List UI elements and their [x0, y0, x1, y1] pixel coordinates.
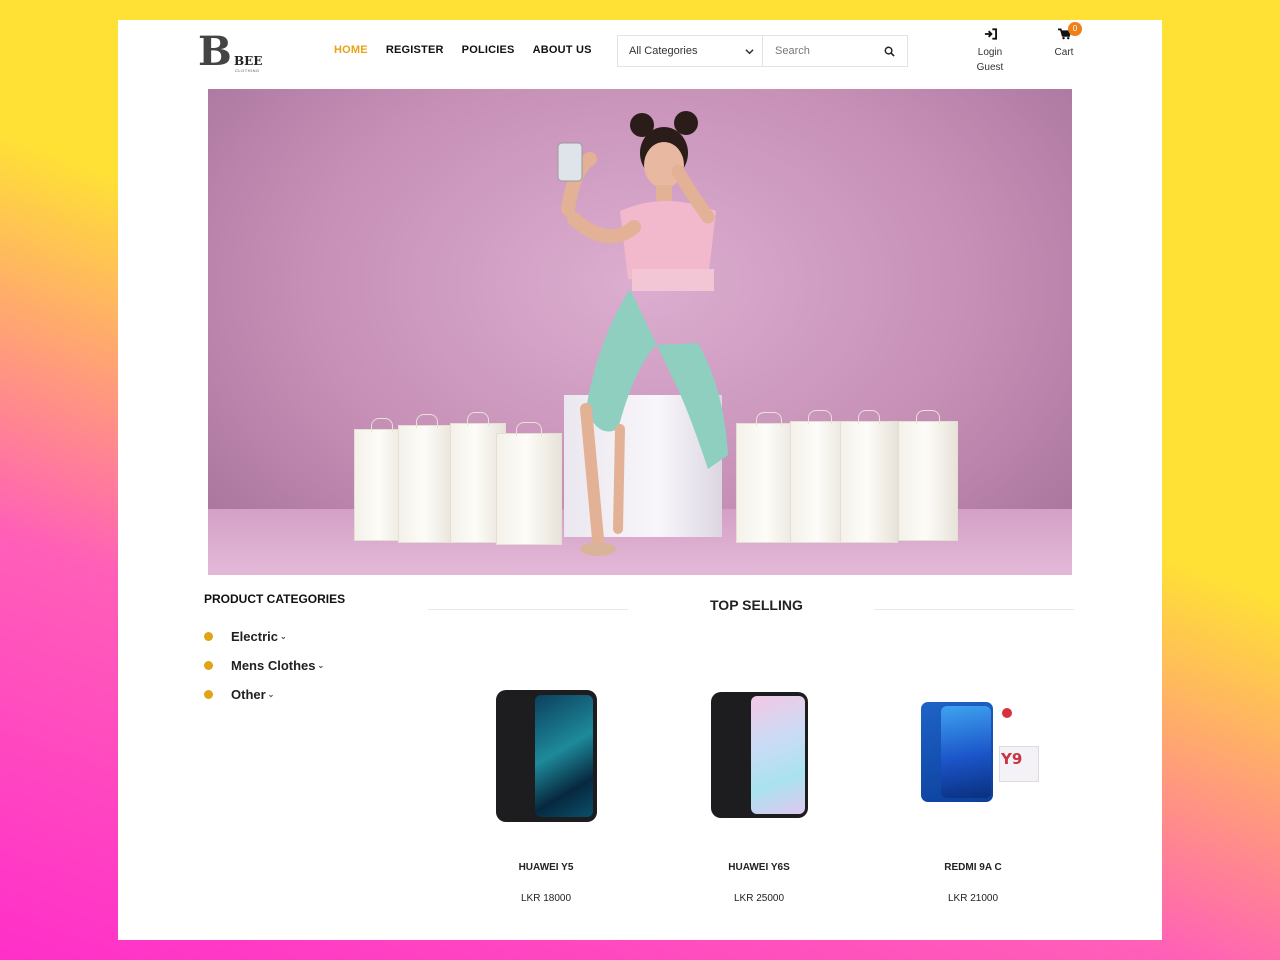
chevron-down-icon	[745, 48, 754, 54]
login-link[interactable]: Login Guest	[970, 28, 1010, 75]
nav-home[interactable]: HOME	[334, 44, 368, 56]
nav-policies[interactable]: POLICIES	[462, 44, 515, 56]
category-item-mens-clothes[interactable]: Mens Clothes ⌄	[204, 658, 324, 673]
product-categories-title: PRODUCT CATEGORIES	[204, 592, 346, 606]
main-nav: HOME REGISTER POLICIES ABOUT US	[334, 44, 592, 56]
product-card[interactable]: Y9 REDMI 9A C LKR 21000	[883, 680, 1063, 904]
bullet-dot	[204, 632, 213, 641]
divider-left	[428, 609, 628, 610]
logo-tagline: CLOTHING	[235, 68, 260, 73]
category-select[interactable]: All Categories	[618, 36, 763, 66]
hero-banner[interactable]	[208, 89, 1072, 575]
logo-initial: B	[198, 28, 232, 75]
chevron-down-icon: ⌄	[317, 661, 325, 670]
product-card[interactable]: HUAWEI Y5 LKR 18000	[456, 680, 636, 904]
cart-link[interactable]: 0 Cart	[1050, 22, 1082, 60]
bullet-dot	[204, 690, 213, 699]
product-name[interactable]: HUAWEI Y5	[456, 862, 636, 873]
product-image[interactable]: Y9	[883, 680, 1063, 830]
cart-count-badge: 0	[1068, 22, 1082, 36]
category-label: Mens Clothes	[231, 658, 316, 673]
search-icon	[884, 46, 895, 57]
search-placeholder: Search	[775, 45, 810, 57]
sign-in-icon	[984, 28, 997, 40]
shopping-bag-image	[898, 410, 958, 541]
product-price: LKR 25000	[733, 893, 785, 904]
category-label: Electric	[231, 629, 278, 644]
product-image[interactable]	[669, 680, 849, 830]
category-label: Other	[231, 687, 266, 702]
nav-about-us[interactable]: ABOUT US	[533, 44, 592, 56]
product-price: LKR 21000	[947, 893, 999, 904]
product-card[interactable]: HUAWEI Y6S LKR 25000	[669, 680, 849, 904]
bullet-dot	[204, 661, 213, 670]
model-figure-image	[557, 111, 728, 556]
category-item-electric[interactable]: Electric ⌄	[204, 629, 287, 644]
login-label: Login	[977, 47, 1003, 58]
shopping-bag-image	[840, 410, 898, 543]
chevron-down-icon: ⌄	[267, 690, 275, 699]
product-name[interactable]: HUAWEI Y6S	[669, 862, 849, 873]
user-name: Guest	[976, 62, 1004, 73]
chevron-down-icon: ⌄	[279, 632, 287, 641]
page-container: B BEE CLOTHING HOME REGISTER POLICIES AB…	[118, 20, 1162, 940]
top-selling-title: TOP SELLING	[710, 597, 803, 613]
logo-name: BEE	[234, 54, 263, 68]
product-name[interactable]: REDMI 9A C	[883, 862, 1063, 873]
product-image[interactable]	[456, 680, 636, 830]
cart-label: Cart	[1054, 47, 1074, 58]
divider-right	[874, 609, 1074, 610]
product-price: LKR 18000	[520, 893, 572, 904]
brand-logo[interactable]: B BEE CLOTHING	[198, 28, 264, 75]
category-item-other[interactable]: Other ⌄	[204, 687, 274, 702]
shopping-bag-image	[398, 414, 456, 543]
category-select-value: All Categories	[629, 45, 698, 57]
search-bar: All Categories Search	[617, 35, 908, 67]
nav-register[interactable]: REGISTER	[386, 44, 444, 56]
search-button[interactable]	[871, 36, 907, 66]
search-input[interactable]: Search	[763, 36, 871, 66]
